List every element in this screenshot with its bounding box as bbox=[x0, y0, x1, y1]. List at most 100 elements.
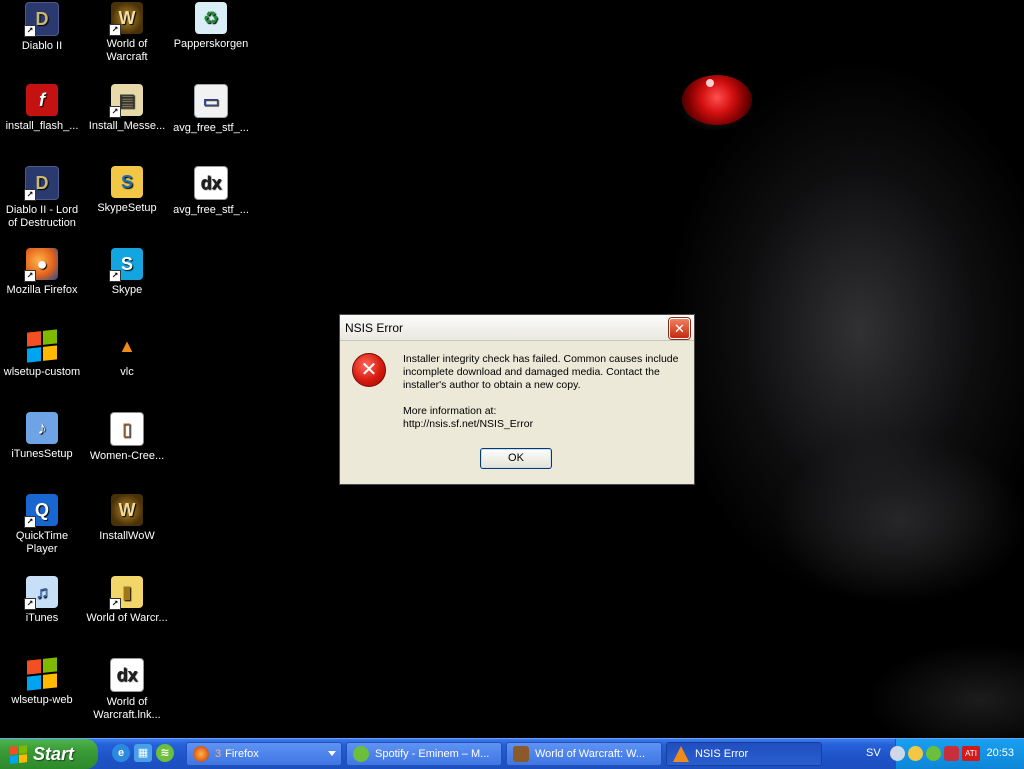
desktop-icon-label: World of Warcraft.lnk... bbox=[93, 696, 161, 721]
wow-icon: W bbox=[111, 494, 143, 526]
desktop-icon-install-messenger[interactable]: ▤ ↗ Install_Messe... bbox=[85, 84, 169, 133]
desktop-icon-label: Install_Messe... bbox=[88, 120, 166, 132]
desktop-icon-wlsetup-custom[interactable]: wlsetup-custom bbox=[0, 329, 84, 379]
tray-app-icon[interactable] bbox=[908, 746, 923, 761]
desktop-icon-installwow[interactable]: W InstallWoW bbox=[85, 494, 169, 543]
desktop-icon-label: iTunes bbox=[25, 612, 59, 624]
desktop-icon-diablo-ii[interactable]: D ↗ Diablo II bbox=[0, 2, 84, 53]
document-icon: ▯ bbox=[110, 412, 144, 446]
recycle-bin-icon: ♻ bbox=[195, 2, 227, 34]
desktop-icon-itunessetup[interactable]: ♪ iTunesSetup bbox=[0, 412, 84, 461]
desktop-icon-label: vlc bbox=[120, 366, 134, 378]
desktop-icon-label: World of Warcraft bbox=[106, 38, 148, 63]
wow-icon: W ↗ bbox=[109, 2, 143, 36]
chevron-left-icon[interactable] bbox=[890, 746, 905, 761]
vlc-cone-icon bbox=[673, 746, 689, 762]
window-icon: ▭ bbox=[194, 84, 228, 118]
desktop-icon-quicktime[interactable]: Q ↗ QuickTime Player bbox=[0, 494, 84, 556]
desktop-icon-label: iTunesSetup bbox=[11, 448, 73, 460]
error-message-text: Installer integrity check has failed. Co… bbox=[403, 353, 679, 391]
firefox-icon bbox=[193, 746, 209, 762]
file-icon: dx bbox=[110, 658, 144, 692]
desktop-icon-label: Diablo II bbox=[21, 40, 63, 52]
desktop-icon-label: Diablo II - Lord of Destruction bbox=[5, 204, 79, 229]
desktop-icon-women-cree[interactable]: ▯ Women-Cree... bbox=[85, 412, 169, 463]
desktop-icon-itunes[interactable]: ♫ ↗ iTunes bbox=[0, 576, 84, 625]
dialog-title-bar[interactable]: NSIS Error ✕ bbox=[340, 315, 694, 341]
desktop-icon-label: install_flash_... bbox=[5, 120, 79, 132]
vlc-cone-icon: ▲ bbox=[118, 335, 136, 356]
system-tray: SV ATI 20:53 bbox=[866, 739, 1024, 769]
diablo-icon: D ↗ bbox=[24, 166, 59, 201]
ati-icon[interactable]: ATI bbox=[962, 746, 980, 761]
flash-icon: f bbox=[26, 84, 58, 116]
show-desktop-icon[interactable]: ▦ bbox=[134, 744, 152, 762]
desktop-icon-label: Mozilla Firefox bbox=[6, 284, 78, 296]
desktop-icon-wow-folder[interactable]: ▮ ↗ World of Warcr... bbox=[85, 576, 169, 625]
start-label: Start bbox=[33, 743, 75, 764]
windows-logo-icon bbox=[26, 329, 58, 363]
taskbar-button-wow[interactable]: World of Warcraft: W... bbox=[506, 742, 662, 766]
desktop-icon-skypesetup[interactable]: S SkypeSetup bbox=[85, 166, 169, 215]
desktop-icon-vlc[interactable]: ▲ vlc bbox=[85, 330, 169, 379]
skype-icon: S ↗ bbox=[109, 248, 143, 282]
error-icon: ✕ bbox=[352, 353, 386, 387]
desktop-icon-label: wlsetup-web bbox=[11, 694, 73, 706]
desktop-icon-diablo-lod[interactable]: D ↗ Diablo II - Lord of Destruction bbox=[0, 166, 84, 230]
internet-explorer-icon[interactable]: e bbox=[112, 744, 130, 762]
desktop-icon-label: wlsetup-custom bbox=[3, 366, 81, 378]
desktop-icon-world-of-warcraft[interactable]: W ↗ World of Warcraft bbox=[85, 2, 169, 64]
taskbar-button-nsis-error[interactable]: NSIS Error bbox=[666, 742, 822, 766]
close-button[interactable]: ✕ bbox=[669, 318, 690, 339]
wallpaper-red-iris bbox=[682, 75, 752, 125]
dialog-message: Installer integrity check has failed. Co… bbox=[403, 353, 691, 431]
taskbar-button-label: NSIS Error bbox=[695, 748, 749, 760]
installer-icon: ▤ ↗ bbox=[109, 84, 143, 118]
desktop-icon-wow-lnk[interactable]: dx World of Warcraft.lnk... bbox=[85, 658, 169, 722]
desktop-icon-label: Women-Cree... bbox=[89, 450, 165, 462]
desktop-icon-label: QuickTime Player bbox=[15, 530, 69, 555]
shield-icon[interactable] bbox=[944, 746, 959, 761]
folder-icon: ▮ ↗ bbox=[109, 576, 143, 610]
desktop-icon-papperskorgen[interactable]: ♻ Papperskorgen bbox=[169, 2, 253, 51]
dialog-body: ✕ Installer integrity check has failed. … bbox=[340, 341, 694, 484]
desktop-icon-label: World of Warcr... bbox=[86, 612, 168, 624]
taskbar-button-spotify[interactable]: Spotify - Eminem – M... bbox=[346, 742, 502, 766]
desktop-icon-label: avg_free_stf_... bbox=[173, 204, 249, 216]
itunes-setup-icon: ♪ bbox=[26, 412, 58, 444]
taskbar-button-label: Firefox bbox=[225, 748, 259, 760]
desktop-icon-mozilla-firefox[interactable]: ● ↗ Mozilla Firefox bbox=[0, 248, 84, 297]
spotify-tray-icon[interactable] bbox=[926, 746, 941, 761]
file-icon: dx bbox=[194, 166, 228, 200]
itunes-icon: ♫ ↗ bbox=[24, 576, 58, 610]
chevron-down-icon bbox=[328, 751, 336, 756]
taskbar-button-label: Spotify - Eminem – M... bbox=[375, 748, 490, 760]
desktop-icon-label: avg_free_stf_... bbox=[173, 122, 249, 134]
wallpaper-iris-highlight bbox=[706, 79, 714, 87]
desktop-icon-wlsetup-web[interactable]: wlsetup-web bbox=[0, 657, 84, 707]
language-indicator[interactable]: SV bbox=[866, 747, 881, 759]
desktop-icon-avg-free-2[interactable]: dx avg_free_stf_... bbox=[169, 166, 253, 217]
desktop-icon-install-flash[interactable]: f install_flash_... bbox=[0, 84, 84, 133]
diablo-icon: D ↗ bbox=[24, 2, 59, 37]
taskbar-button-label: World of Warcraft: W... bbox=[535, 748, 646, 760]
more-info-label: More information at: bbox=[403, 405, 497, 417]
desktop-icon-label: InstallWoW bbox=[99, 530, 155, 542]
wow-installer-icon bbox=[513, 746, 529, 762]
taskbar-button-firefox[interactable]: 3 Firefox bbox=[186, 742, 342, 766]
window-count: 3 bbox=[215, 748, 222, 760]
more-info-url: http://nsis.sf.net/NSIS_Error bbox=[403, 418, 534, 430]
desktop-icon-avg-free-1[interactable]: ▭ avg_free_stf_... bbox=[169, 84, 253, 135]
desktop-icon-label: Skype bbox=[111, 284, 143, 296]
spotify-quicklaunch-icon[interactable]: ≋ bbox=[156, 744, 174, 762]
desktop-icon-skype[interactable]: S ↗ Skype bbox=[85, 248, 169, 297]
ok-button[interactable]: OK bbox=[480, 448, 552, 469]
spotify-icon bbox=[353, 746, 369, 762]
taskbar: Start e ▦ ≋ 3 Firefox Spotify - Eminem –… bbox=[0, 738, 1024, 769]
firefox-icon: ● ↗ bbox=[24, 248, 58, 282]
clock[interactable]: 20:53 bbox=[986, 747, 1014, 759]
close-icon: ✕ bbox=[674, 321, 685, 336]
dialog-title: NSIS Error bbox=[345, 321, 404, 335]
desktop-icon-label: Papperskorgen bbox=[173, 38, 249, 50]
start-button[interactable]: Start bbox=[0, 739, 98, 769]
